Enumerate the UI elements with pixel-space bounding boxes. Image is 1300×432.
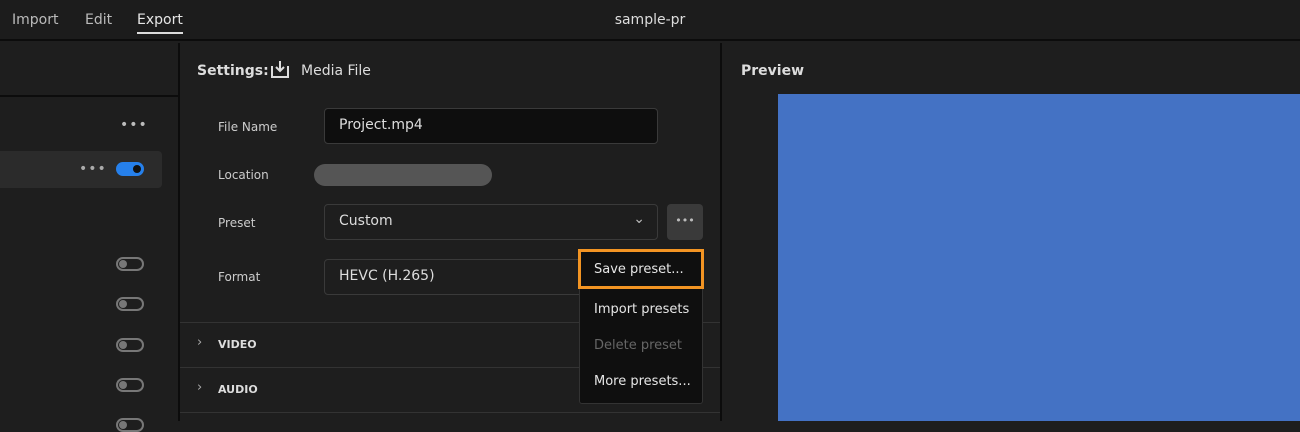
tab-import[interactable]: Import [12,12,58,28]
top-bar: Import Edit Export sample-pr [0,0,1300,41]
audio-section-label: AUDIO [218,383,258,396]
delete-preset-item: Delete preset [594,338,683,353]
preview-frame [778,94,1300,421]
save-preset-label: Save preset... [594,262,684,277]
export-targets-panel: ••• ••• [0,43,178,432]
target-toggle[interactable] [116,338,144,352]
tab-edit[interactable]: Edit [85,12,112,28]
file-name-label: File Name [218,120,278,134]
chevron-right-icon: › [197,380,203,395]
more-presets-item[interactable]: More presets... [594,374,691,389]
location-label: Location [218,168,269,182]
format-label: Format [218,270,261,284]
divider [180,412,720,413]
tab-export[interactable]: Export [137,12,183,34]
import-presets-item[interactable]: Import presets [594,302,689,317]
more-options-icon[interactable]: ••• [120,117,148,133]
target-toggle[interactable] [116,378,144,392]
settings-heading: Settings: [197,63,269,79]
preset-value: Custom [339,213,393,229]
preview-panel: Preview [722,43,1300,421]
media-file-toggle[interactable] [116,162,144,176]
location-field[interactable] [314,164,492,186]
target-toggle[interactable] [116,297,144,311]
download-icon [271,61,289,78]
video-section-label: VIDEO [218,338,257,351]
target-toggle[interactable] [116,418,144,432]
media-file-target-row[interactable]: ••• [0,151,162,188]
save-preset-item[interactable]: Save preset... [578,249,704,289]
left-panel-header [0,43,178,97]
more-options-icon[interactable]: ••• [79,161,107,177]
target-toggle[interactable] [116,257,144,271]
settings-target: Media File [301,63,371,79]
preset-menu: Save preset... Import presets Delete pre… [578,249,704,404]
preset-more-button[interactable]: ••• [667,204,703,240]
preset-dropdown[interactable]: Custom ⌄ [324,204,658,240]
file-name-input[interactable]: Project.mp4 [324,108,658,144]
chevron-right-icon: › [197,335,203,350]
preview-title: Preview [741,63,805,79]
chevron-down-icon: ⌄ [633,211,645,227]
project-title: sample-pr [614,12,686,28]
preset-label: Preset [218,216,256,230]
